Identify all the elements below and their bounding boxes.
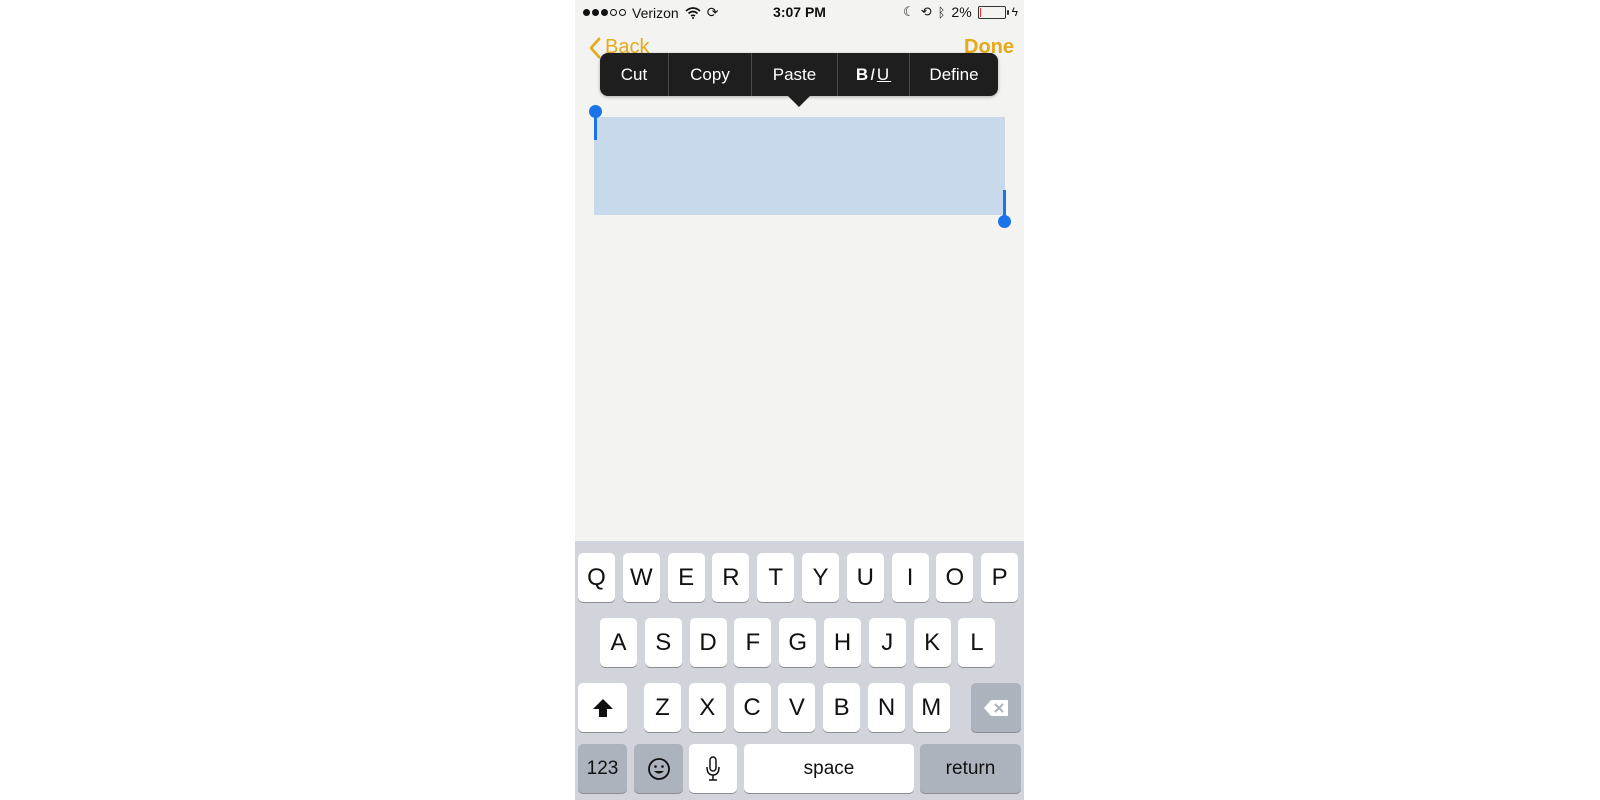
battery-icon bbox=[977, 5, 1009, 19]
key-u[interactable]: U bbox=[846, 553, 884, 602]
phone-screen: Verizon ⟳ 3:07 PM ☾ ⟲ ᛒ 2% ϟ Back Done C… bbox=[575, 0, 1024, 800]
key-o[interactable]: O bbox=[936, 553, 974, 602]
italic-label: I bbox=[870, 64, 877, 84]
shift-arrow-icon bbox=[592, 698, 613, 717]
microphone-icon bbox=[706, 755, 720, 781]
edit-menu-arrow bbox=[788, 96, 810, 107]
return-key[interactable]: return bbox=[920, 744, 1021, 793]
status-bar: Verizon ⟳ 3:07 PM ☾ ⟲ ᛒ 2% ϟ bbox=[575, 0, 1024, 24]
orientation-lock-icon: ⟲ bbox=[920, 4, 932, 19]
status-right: ☾ ⟲ ᛒ 2% ϟ bbox=[903, 4, 1018, 20]
key-b[interactable]: B bbox=[823, 683, 861, 732]
moon-icon: ☾ bbox=[903, 4, 915, 19]
key-k[interactable]: K bbox=[913, 618, 951, 667]
key-p[interactable]: P bbox=[981, 553, 1019, 602]
key-x[interactable]: X bbox=[688, 683, 726, 732]
key-s[interactable]: S bbox=[644, 618, 682, 667]
format-biu-menu-item[interactable]: BIU bbox=[838, 53, 910, 96]
key-j[interactable]: J bbox=[868, 618, 906, 667]
key-g[interactable]: G bbox=[779, 618, 817, 667]
selection-end-line bbox=[1003, 190, 1006, 217]
key-z[interactable]: Z bbox=[644, 683, 681, 732]
key-f[interactable]: F bbox=[734, 618, 772, 667]
battery-percent: 2% bbox=[951, 4, 972, 20]
underline-label: U bbox=[876, 64, 892, 84]
key-m[interactable]: M bbox=[912, 683, 950, 732]
key-t[interactable]: T bbox=[757, 553, 795, 602]
shift-key[interactable] bbox=[578, 683, 627, 732]
dictation-key[interactable] bbox=[689, 744, 737, 793]
numbers-key[interactable]: 123 bbox=[578, 744, 627, 793]
keyboard: QWERTYUIOP ASDFGHJKL ZXCVBNM 123 space r… bbox=[575, 541, 1024, 800]
key-y[interactable]: Y bbox=[802, 553, 839, 602]
key-l[interactable]: L bbox=[958, 618, 996, 667]
key-a[interactable]: A bbox=[600, 618, 637, 667]
emoji-icon bbox=[647, 757, 670, 780]
paste-menu-item[interactable]: Paste bbox=[752, 53, 838, 96]
space-key[interactable]: space bbox=[744, 744, 914, 793]
battery-fill bbox=[979, 7, 981, 17]
bluetooth-icon: ᛒ bbox=[937, 4, 946, 20]
key-h[interactable]: H bbox=[824, 618, 861, 667]
key-d[interactable]: D bbox=[689, 618, 727, 667]
key-w[interactable]: W bbox=[622, 553, 660, 602]
key-c[interactable]: C bbox=[733, 683, 771, 732]
emoji-key[interactable] bbox=[634, 744, 683, 793]
key-v[interactable]: V bbox=[778, 683, 816, 732]
key-i[interactable]: I bbox=[891, 553, 929, 602]
cut-menu-item[interactable]: Cut bbox=[600, 53, 669, 96]
bold-label: B bbox=[855, 64, 871, 84]
selection-start-line bbox=[594, 114, 597, 140]
key-q[interactable]: Q bbox=[578, 553, 615, 602]
backspace-icon bbox=[984, 699, 1008, 716]
edit-menu: Cut Copy Paste BIU Define bbox=[600, 53, 998, 96]
define-menu-item[interactable]: Define bbox=[910, 53, 998, 96]
selection-end-handle[interactable] bbox=[998, 215, 1011, 228]
key-n[interactable]: N bbox=[868, 683, 905, 732]
key-r[interactable]: R bbox=[712, 553, 750, 602]
delete-key[interactable] bbox=[971, 683, 1021, 732]
text-selection-highlight[interactable] bbox=[594, 117, 1005, 215]
key-e[interactable]: E bbox=[667, 553, 705, 602]
copy-menu-item[interactable]: Copy bbox=[669, 53, 752, 96]
charging-icon: ϟ bbox=[1011, 5, 1018, 19]
